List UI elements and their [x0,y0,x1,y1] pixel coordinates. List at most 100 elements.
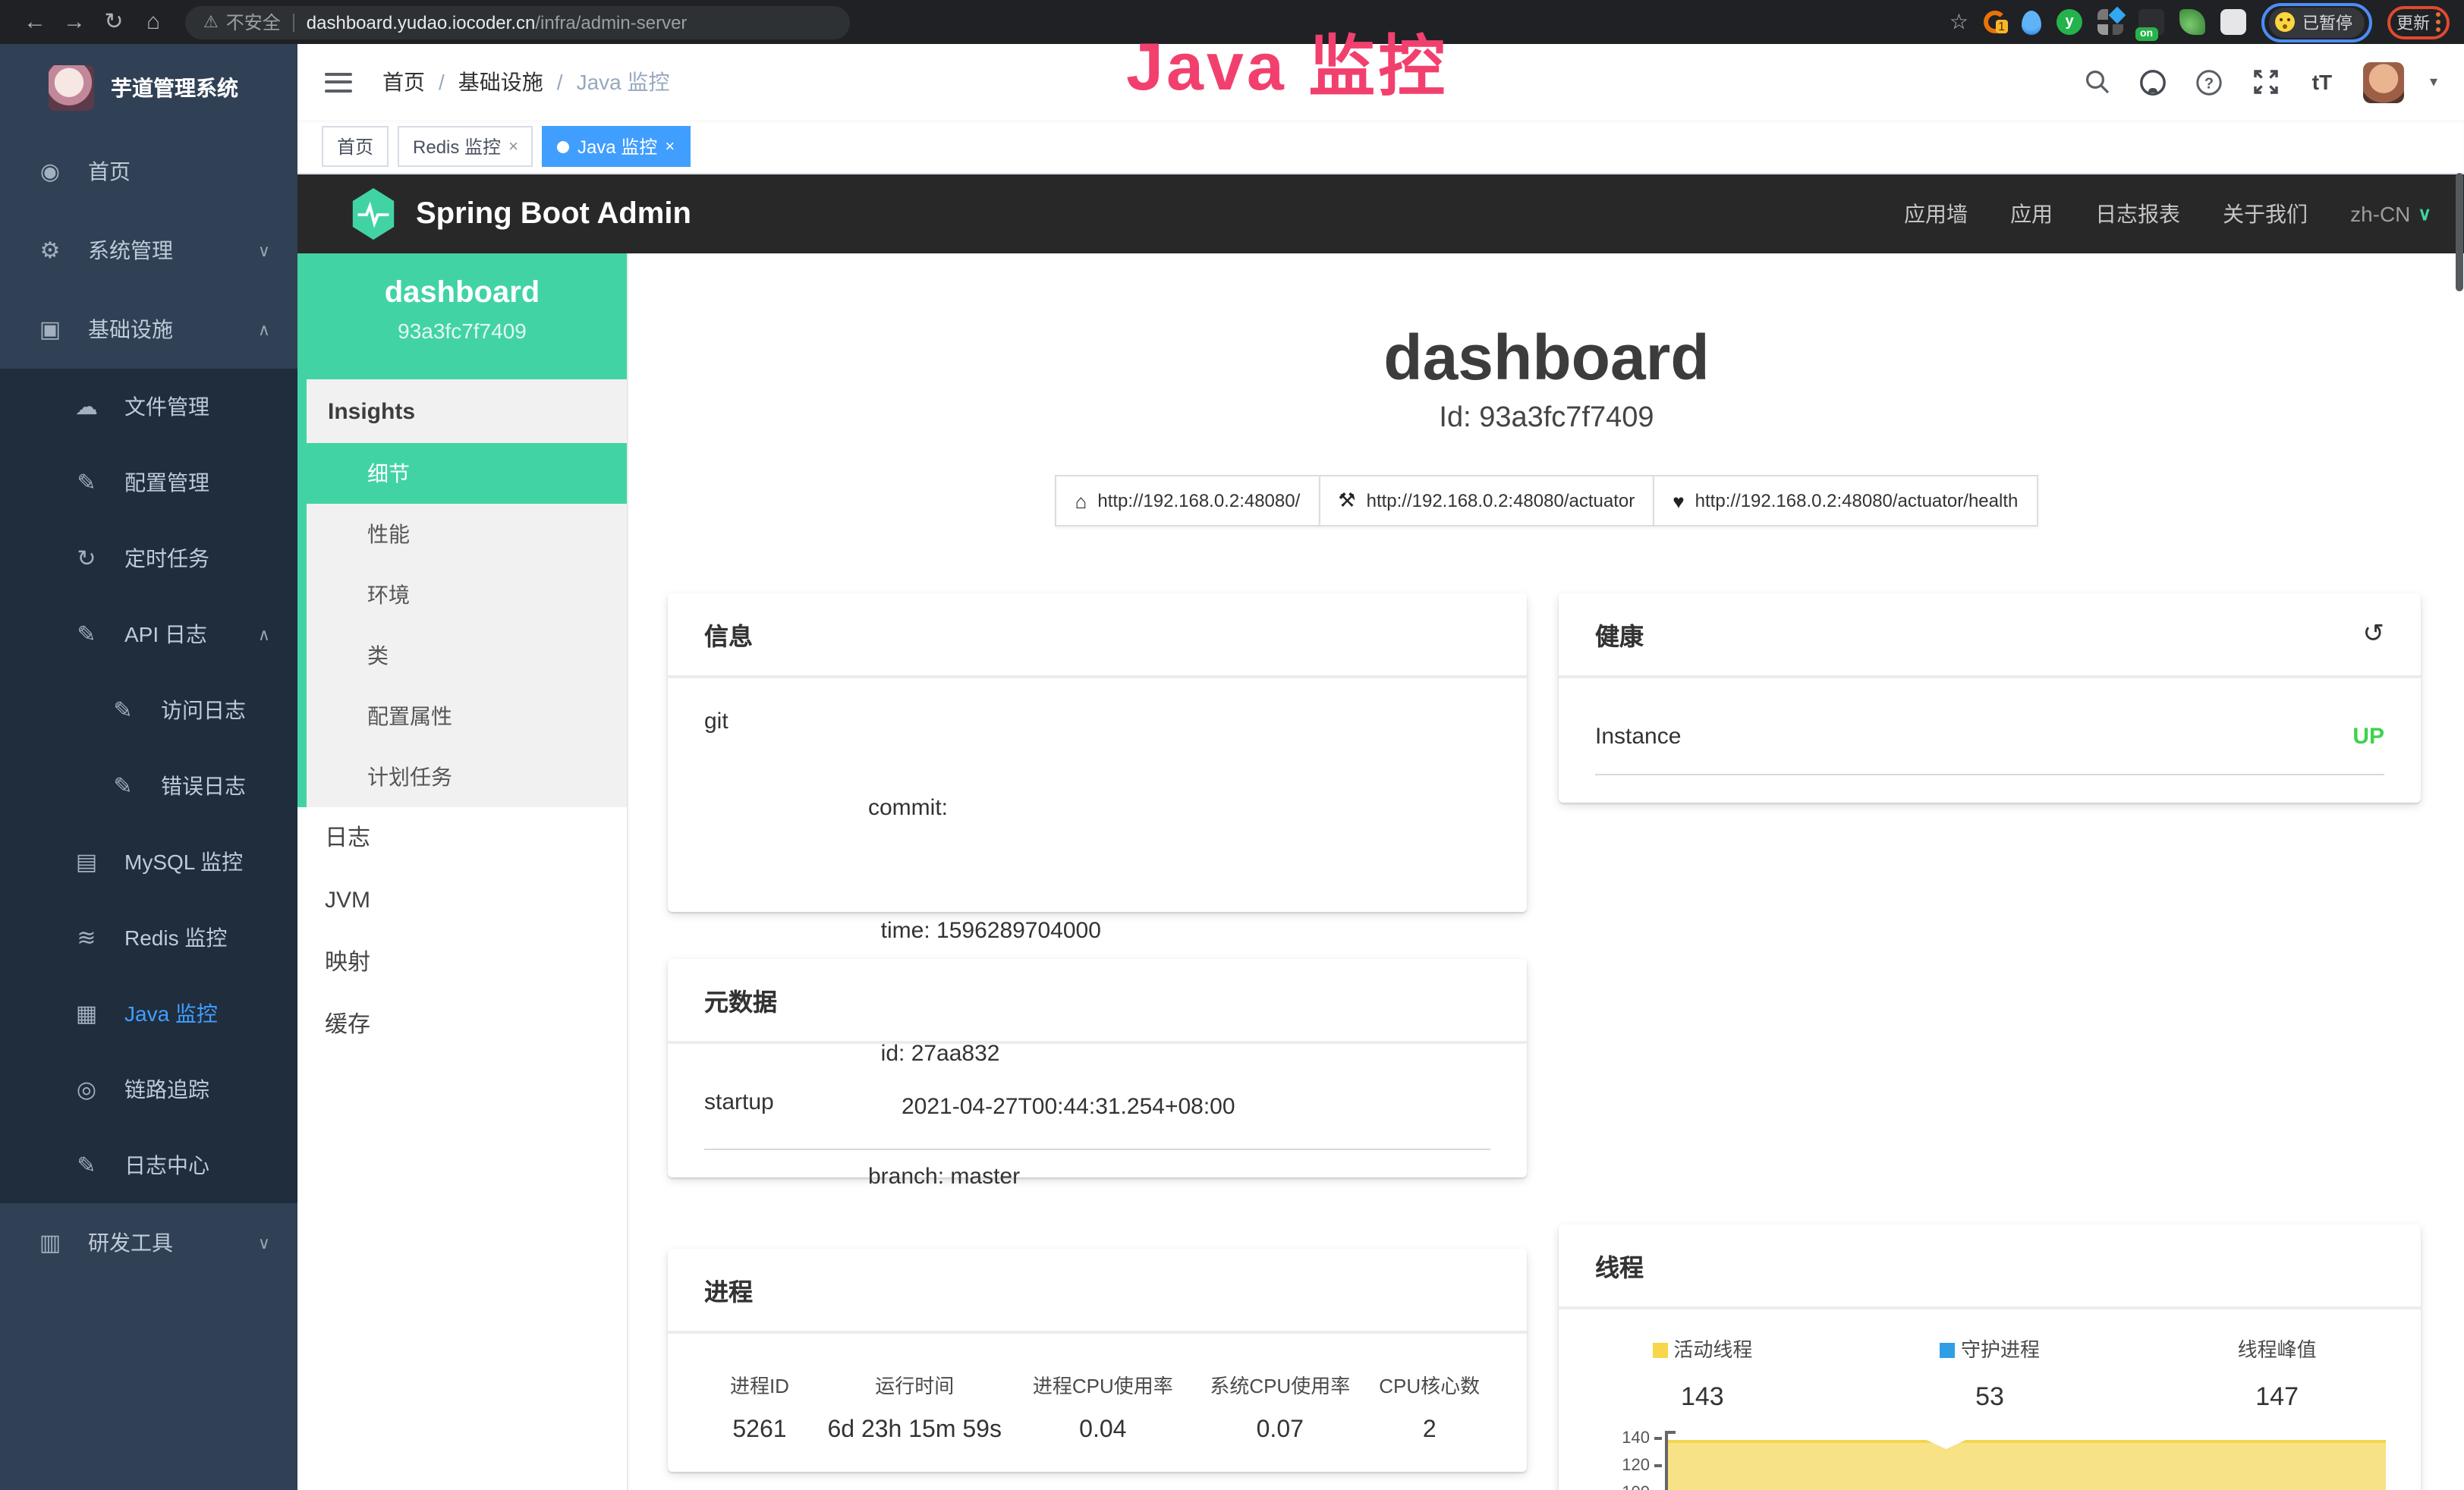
extension-leaf-icon[interactable] [2179,9,2205,35]
sidebar-item-system[interactable]: ⚙ 系统管理 ∨ [0,211,297,290]
active-tab-dot [558,140,570,152]
sidebar-item-log-center[interactable]: ✎ 日志中心 [0,1127,297,1203]
live-threads-label: 活动线程 [1673,1338,1752,1361]
process-card: 进程 进程ID 5261 运行时间 [668,1249,1527,1472]
tab-java-monitor[interactable]: Java 监控 × [543,126,690,167]
help-icon[interactable]: ? [2195,67,2225,97]
row-divider [1595,774,2384,775]
browser-home-icon[interactable]: ⌂ [134,4,173,40]
font-size-icon[interactable]: tT [2307,67,2337,97]
bookmark-star-icon[interactable]: ☆ [1949,9,1968,35]
sba-nav-applications[interactable]: 应用 [2010,199,2053,229]
log-edit-icon: ✎ [70,621,103,648]
daemon-threads-legend-swatch [1940,1343,1955,1358]
sba-nav-wallboard[interactable]: 应用墙 [1904,199,1968,229]
extension-pin-icon[interactable] [2022,10,2041,34]
scrollbar-thumb[interactable] [2456,173,2463,291]
insights-item-details[interactable]: 细节 [307,443,627,504]
log-edit-icon: ✎ [106,696,140,724]
view-item-caches[interactable]: 缓存 [297,994,627,1056]
chevron-up-icon: ∧ [258,624,270,644]
sidebar-item-infra[interactable]: ▣ 基础设施 ∧ [0,290,297,369]
app-logo-image [49,65,94,111]
insights-item-scheduled-tasks[interactable]: 计划任务 [307,747,627,807]
browser-back-icon[interactable]: ← [15,4,55,40]
gear-icon: ⚙ [33,237,67,264]
user-menu-caret-icon[interactable]: ▾ [2430,74,2437,90]
update-button[interactable]: 更新 [2396,10,2430,34]
app-logo[interactable]: 芋道管理系统 [0,44,297,132]
instance-sidebar: dashboard 93a3fc7f7409 Insights 细节 性能 环境… [297,253,628,1490]
cloud-upload-icon: ☁ [70,393,103,420]
sba-nav-about[interactable]: 关于我们 [2223,199,2308,229]
chevron-down-icon: ∨ [258,1233,270,1253]
extension-colorzilla-icon[interactable]: 1 [1984,11,2006,33]
peak-threads-label: 线程峰值 [2238,1338,2317,1361]
insights-item-config-props[interactable]: 配置属性 [307,686,627,747]
history-icon[interactable]: ↺ [2363,619,2385,649]
tab-redis-monitor[interactable]: Redis 监控 × [398,126,533,167]
extension-switch-icon[interactable]: on [2138,9,2164,35]
actuator-url-link[interactable]: ⚒ http://192.168.0.2:48080/actuator [1318,475,1654,527]
breadcrumb-current: Java 监控 [577,67,670,97]
sba-logo-icon [349,188,398,240]
sidebar-item-api-log[interactable]: ✎ API 日志 ∧ [0,596,297,672]
user-avatar[interactable] [2363,61,2404,102]
metadata-value: 2021-04-27T00:44:31.254+08:00 [902,1086,1235,1127]
sidebar-item-tracing[interactable]: ◎ 链路追踪 [0,1051,297,1127]
table-icon: ▤ [70,848,103,875]
health-card: 健康 ↺ Instance UP [1559,593,2421,803]
github-icon[interactable] [2138,67,2169,97]
chevron-up-icon: ∧ [258,319,270,339]
search-icon[interactable] [2082,67,2113,97]
breadcrumb-infra[interactable]: 基础设施 [458,67,543,97]
sba-brand[interactable]: Spring Boot Admin [349,188,691,240]
threads-chart: 140 120 100 [1589,1431,2390,1490]
extensions-puzzle-icon[interactable] [2220,9,2246,35]
sidebar-item-java-monitor[interactable]: ▦ Java 监控 [0,976,297,1051]
browser-reload-icon[interactable]: ↻ [94,4,134,40]
hamburger-icon[interactable] [325,72,352,92]
address-divider [293,13,294,31]
insights-item-metrics[interactable]: 性能 [307,504,627,564]
extension-grid-icon[interactable] [2097,9,2123,35]
breadcrumb-home[interactable]: 首页 [382,67,425,97]
threads-card: 线程 活动线程 143 守护进程 53 [1559,1224,2421,1490]
paused-badge[interactable]: 已暂停 [2269,7,2365,37]
sidebar-item-file-manage[interactable]: ☁ 文件管理 [0,369,297,445]
sidebar-item-access-log[interactable]: ✎ 访问日志 [0,672,297,748]
health-url-link[interactable]: ♥ http://192.168.0.2:48080/actuator/heal… [1653,475,2038,527]
live-threads-value: 143 [1559,1382,1846,1413]
sidebar-item-redis-monitor[interactable]: ≋ Redis 监控 [0,900,297,976]
sba-locale-select[interactable]: zh-CN ∨ [2350,202,2431,226]
insights-item-environment[interactable]: 环境 [307,564,627,625]
process-col-cores: CPU核心数 [1369,1370,1491,1399]
instance-header[interactable]: dashboard 93a3fc7f7409 [297,253,627,379]
close-icon[interactable]: × [665,137,675,156]
close-icon[interactable]: × [508,137,518,156]
sidebar-item-error-log[interactable]: ✎ 错误日志 [0,748,297,824]
sidebar-item-mysql-monitor[interactable]: ▤ MySQL 监控 [0,824,297,900]
process-uptime-value: 6d 23h 15m 59s [815,1417,1015,1444]
process-cores-value: 2 [1369,1417,1491,1444]
extension-badge: 1 [1995,20,2008,33]
browser-forward-icon[interactable]: → [55,4,94,40]
insights-item-classes[interactable]: 类 [307,625,627,686]
view-item-mappings[interactable]: 映射 [297,932,627,994]
health-card-title: 健康 [1595,616,1644,652]
fullscreen-icon[interactable] [2251,67,2281,97]
sba-nav-journal[interactable]: 日志报表 [2095,199,2180,229]
sidebar-item-config-manage[interactable]: ✎ 配置管理 [0,445,297,520]
sidebar-item-scheduled-jobs[interactable]: ↻ 定时任务 [0,520,297,596]
extension-y-icon[interactable]: y [2056,9,2082,35]
sidebar-item-dev-tools[interactable]: ▥ 研发工具 ∨ [0,1203,297,1282]
tab-home[interactable]: 首页 [322,126,389,167]
service-url-link[interactable]: ⌂ http://192.168.0.2:48080/ [1056,475,1320,527]
process-syscpu-value: 0.07 [1191,1417,1368,1444]
view-item-logs[interactable]: 日志 [297,807,627,869]
sidebar-item-home[interactable]: ◉ 首页 [0,132,297,211]
address-bar[interactable]: ⚠ 不安全 dashboard.yudao.iocoder.cn /infra/… [185,5,850,39]
security-label[interactable]: 不安全 [226,9,281,35]
browser-menu-icon[interactable] [2436,12,2440,32]
view-item-jvm[interactable]: JVM [297,869,627,932]
